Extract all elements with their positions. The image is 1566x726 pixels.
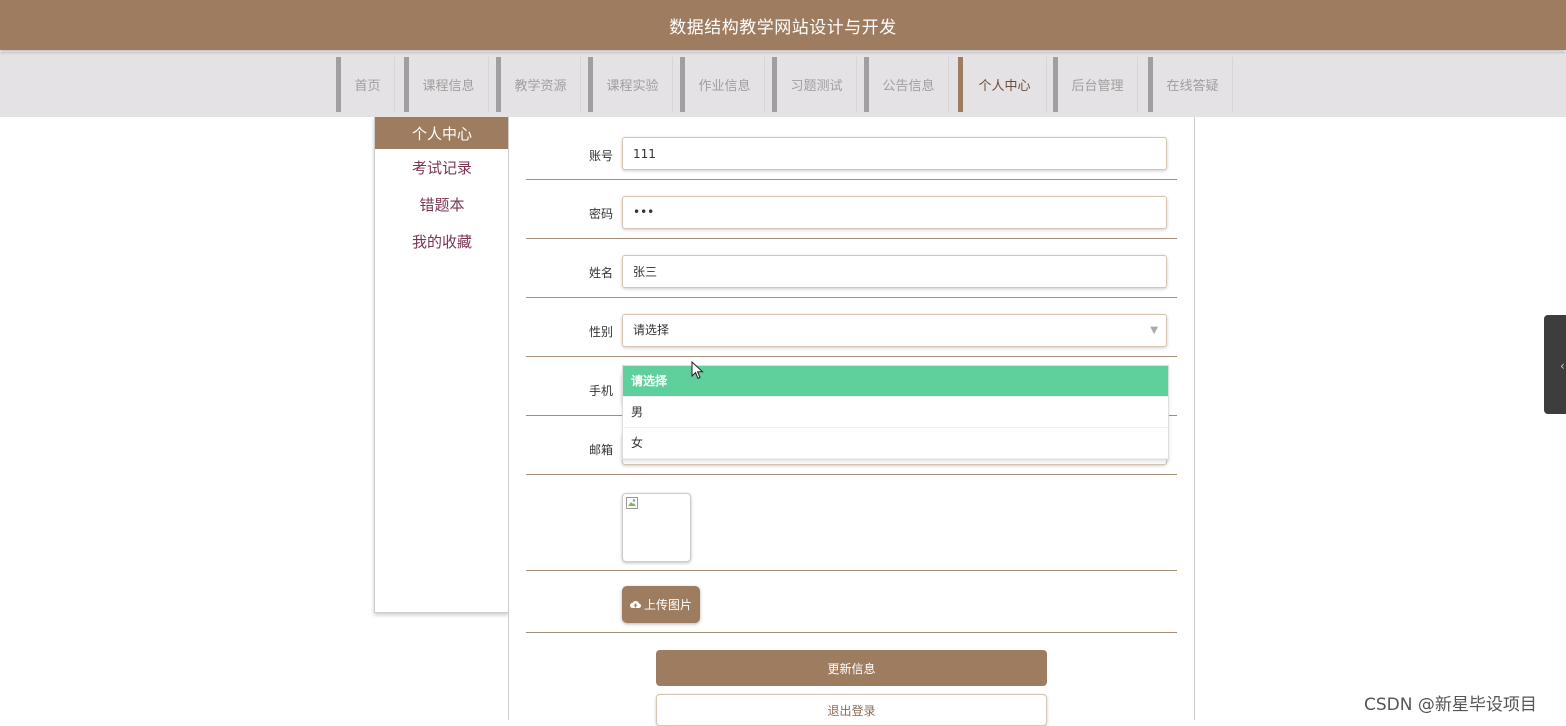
nav-item-exercises[interactable]: 习题测试	[772, 57, 856, 112]
name-input[interactable]	[622, 255, 1167, 288]
gender-row: 性别 请选择 ▼	[526, 297, 1177, 357]
personal-sidebar: 个人中心 考试记录 错题本 我的收藏	[374, 117, 509, 613]
account-input[interactable]	[622, 137, 1167, 170]
account-row: 账号	[526, 117, 1177, 180]
profile-form-panel: 账号 密码 ••• 姓名 性别 请选择 ▼ 手机 邮箱	[508, 117, 1195, 726]
cloud-upload-icon	[629, 601, 641, 609]
mouse-cursor-icon	[691, 361, 704, 380]
email-label: 邮箱	[588, 443, 613, 457]
nav-item-admin[interactable]: 后台管理	[1053, 57, 1137, 112]
update-info-button[interactable]: 更新信息	[656, 650, 1047, 686]
name-label: 姓名	[588, 266, 613, 280]
nav-item-announcements[interactable]: 公告信息	[864, 57, 948, 112]
upload-image-button[interactable]: 上传图片	[622, 586, 700, 623]
nav-item-homework[interactable]: 作业信息	[680, 57, 764, 112]
password-row: 密码 •••	[526, 179, 1177, 239]
phone-label: 手机	[588, 384, 613, 398]
sidebar-heading[interactable]: 个人中心	[375, 117, 509, 149]
nav-item-personal-center[interactable]: 个人中心	[958, 57, 1046, 112]
nav-item-course-experiments[interactable]: 课程实验	[588, 57, 672, 112]
account-label: 账号	[588, 149, 613, 163]
chevron-left-icon: ‹	[1560, 359, 1565, 373]
logout-button[interactable]: 退出登录	[656, 694, 1047, 726]
sidebar-item-exam-records[interactable]: 考试记录	[375, 149, 509, 186]
chevron-down-icon: ▼	[1150, 325, 1158, 336]
main-nav: 首页 课程信息 教学资源 课程实验 作业信息 习题测试 公告信息 个人中心 后台…	[0, 52, 1566, 117]
gender-label: 性别	[588, 325, 613, 339]
site-header: 数据结构教学网站设计与开发	[0, 0, 1566, 50]
broken-image-icon	[626, 497, 638, 509]
nav-item-teaching-resources[interactable]: 教学资源	[496, 57, 580, 112]
watermark-text: CSDN @新星毕设项目	[1364, 695, 1537, 715]
avatar-image	[622, 493, 691, 562]
nav-item-course-info[interactable]: 课程信息	[404, 57, 488, 112]
gender-option[interactable]: 女	[623, 428, 1168, 459]
upload-image-label: 上传图片	[643, 598, 692, 612]
gender-select[interactable]: 请选择 ▼	[622, 314, 1167, 347]
password-label: 密码	[588, 207, 613, 221]
name-row: 姓名	[526, 238, 1177, 298]
password-input[interactable]: •••	[622, 196, 1167, 229]
gender-select-value: 请选择	[633, 323, 670, 337]
sidebar-item-wrong-questions[interactable]: 错题本	[375, 186, 509, 223]
sidebar-item-favorites[interactable]: 我的收藏	[375, 223, 509, 260]
site-title: 数据结构教学网站设计与开发	[669, 18, 897, 38]
nav-item-home[interactable]: 首页	[336, 57, 394, 112]
floating-side-tab[interactable]: ‹	[1544, 315, 1566, 414]
gender-option[interactable]: 男	[623, 397, 1168, 428]
nav-item-online-qa[interactable]: 在线答疑	[1148, 57, 1232, 112]
